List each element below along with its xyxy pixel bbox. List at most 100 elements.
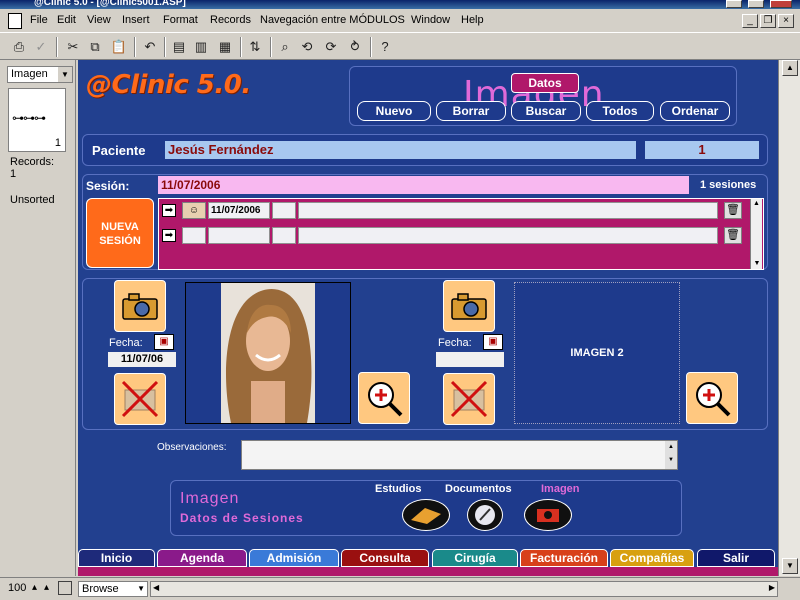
image2-date-field[interactable]: [436, 352, 504, 367]
status-toggle-icon[interactable]: [58, 581, 72, 595]
delete-record-icon[interactable]: ▦: [216, 38, 234, 56]
session-row-date[interactable]: [208, 227, 270, 244]
scroll-right-icon[interactable]: ▶: [769, 583, 775, 592]
tab-facturacion[interactable]: Facturación: [520, 549, 608, 567]
duplicate-record-icon[interactable]: ▥: [192, 38, 210, 56]
patient-photo: [221, 283, 315, 423]
session-row-notes[interactable]: [298, 227, 718, 244]
portal-scrollbar[interactable]: ▲ ▼: [750, 199, 762, 269]
observaciones-field[interactable]: ▲ ▼: [241, 440, 678, 470]
menu-edit[interactable]: Edit: [57, 14, 76, 26]
calendar-icon-1[interactable]: ▣: [154, 334, 174, 350]
session-thumbnail[interactable]: ☺: [182, 202, 206, 219]
zoom-out-icon[interactable]: ▴: [32, 582, 37, 593]
camera-button-2[interactable]: [443, 280, 495, 332]
cut-icon[interactable]: ✂: [64, 38, 82, 56]
image2-frame[interactable]: IMAGEN 2: [514, 282, 680, 424]
camera-button-1[interactable]: [114, 280, 166, 332]
menu-window[interactable]: Window: [411, 14, 450, 26]
go-to-session-icon[interactable]: ➡: [162, 204, 176, 217]
image1-date-field[interactable]: 11/07/06: [108, 352, 176, 367]
menu-file[interactable]: File: [30, 14, 48, 26]
mdi-close-button[interactable]: ×: [778, 14, 794, 28]
patient-name-field[interactable]: Jesús Fernández: [165, 141, 636, 159]
menu-view[interactable]: View: [87, 14, 111, 26]
scroll-left-icon[interactable]: ◀: [153, 583, 159, 592]
todos-button[interactable]: Todos: [586, 101, 654, 121]
nueva-sesion-button[interactable]: NUEVA SESIÓN: [86, 198, 154, 268]
delete-image-button-2[interactable]: [443, 373, 495, 425]
observaciones-scrollbar[interactable]: ▲ ▼: [665, 441, 677, 469]
nuevo-button[interactable]: Nuevo: [357, 101, 431, 121]
tab-salir[interactable]: Salir: [697, 549, 775, 567]
imagen-button[interactable]: [524, 499, 572, 531]
paste-icon[interactable]: 📋: [110, 38, 128, 56]
window-title: @Clinic 5.0 - [@Clinic5001.ASP]: [34, 0, 186, 8]
horizontal-scrollbar[interactable]: ◀ ▶: [150, 581, 778, 597]
print-icon[interactable]: ⎙: [10, 38, 28, 56]
copy-icon[interactable]: ⧉: [86, 38, 104, 56]
trash-icon[interactable]: 🗑: [724, 227, 742, 244]
documentos-button[interactable]: [467, 499, 503, 531]
documentos-label: Documentos: [445, 483, 512, 495]
session-row-cell[interactable]: [272, 227, 296, 244]
sort-icon[interactable]: ⇅: [246, 38, 264, 56]
find-icon[interactable]: ⌕: [276, 38, 294, 56]
menu-navegacion[interactable]: Navegación entre MÓDULOS: [260, 14, 405, 26]
tab-cirugia[interactable]: Cirugía: [432, 549, 518, 567]
modify-find-icon[interactable]: ⥁: [346, 38, 364, 56]
estudios-button[interactable]: [402, 499, 450, 531]
delete-image-button-1[interactable]: [114, 373, 166, 425]
layout-select[interactable]: Imagen ▼: [7, 66, 73, 83]
vertical-scrollbar[interactable]: ▲ ▼: [778, 60, 800, 576]
tab-consulta[interactable]: Consulta: [341, 549, 429, 567]
ordenar-button[interactable]: Ordenar: [660, 101, 730, 121]
scroll-down-icon[interactable]: ▼: [782, 558, 798, 574]
new-record-icon[interactable]: ▤: [170, 38, 188, 56]
spellcheck-icon[interactable]: ✓: [32, 38, 50, 56]
close-button[interactable]: [770, 0, 792, 8]
session-row-date[interactable]: 11/07/2006: [208, 202, 270, 219]
zoom-level[interactable]: 100: [8, 582, 26, 594]
patient-id-field[interactable]: 1: [645, 141, 759, 159]
image1-frame[interactable]: [185, 282, 351, 424]
go-to-session-icon[interactable]: ➡: [162, 229, 176, 242]
tab-companias[interactable]: Compañías: [610, 549, 694, 567]
menu-records[interactable]: Records: [210, 14, 251, 26]
record-book[interactable]: ⊶⊶⊶ 1: [8, 88, 66, 152]
trash-icon[interactable]: 🗑: [724, 202, 742, 219]
mdi-minimize-button[interactable]: _: [742, 14, 758, 28]
zoom-image-button-1[interactable]: [358, 372, 410, 424]
borrar-button[interactable]: Borrar: [436, 101, 506, 121]
scroll-up-icon[interactable]: ▲: [751, 199, 762, 209]
session-row-notes[interactable]: [298, 202, 718, 219]
calendar-icon-2[interactable]: ▣: [483, 334, 503, 350]
zoom-in-icon[interactable]: ▴: [44, 582, 49, 593]
mode-value: Browse: [82, 583, 119, 595]
mdi-restore-button[interactable]: ❐: [760, 14, 776, 28]
session-row-cell[interactable]: [272, 202, 296, 219]
tab-admision[interactable]: Admisión: [249, 549, 339, 567]
menu-help[interactable]: Help: [461, 14, 484, 26]
app-document-icon[interactable]: [8, 13, 22, 29]
scroll-up-icon[interactable]: ▲: [782, 60, 798, 76]
session-date-field[interactable]: 11/07/2006: [158, 176, 689, 194]
status-area: Imagen ▼ ⊶⊶⊶ 1 Records: 1 Unsorted: [0, 60, 76, 576]
buscar-button[interactable]: Buscar: [511, 101, 581, 121]
datos-button[interactable]: Datos: [511, 73, 579, 93]
tab-agenda[interactable]: Agenda: [157, 549, 247, 567]
menu-format[interactable]: Format: [163, 14, 198, 26]
menu-insert[interactable]: Insert: [122, 14, 150, 26]
maximize-button[interactable]: [748, 0, 764, 8]
mode-select[interactable]: Browse ▼: [78, 581, 148, 597]
zoom-image-button-2[interactable]: [686, 372, 738, 424]
menu-bar: File Edit View Insert Format Records Nav…: [0, 10, 800, 32]
scroll-down-icon[interactable]: ▼: [751, 259, 763, 269]
omit-icon[interactable]: ⟳: [322, 38, 340, 56]
tab-inicio[interactable]: Inicio: [78, 549, 155, 567]
undo-icon[interactable]: ↶: [141, 38, 159, 56]
session-thumbnail[interactable]: [182, 227, 206, 244]
show-all-icon[interactable]: ⟲: [298, 38, 316, 56]
minimize-button[interactable]: [726, 0, 742, 8]
help-icon[interactable]: ?: [376, 38, 394, 56]
